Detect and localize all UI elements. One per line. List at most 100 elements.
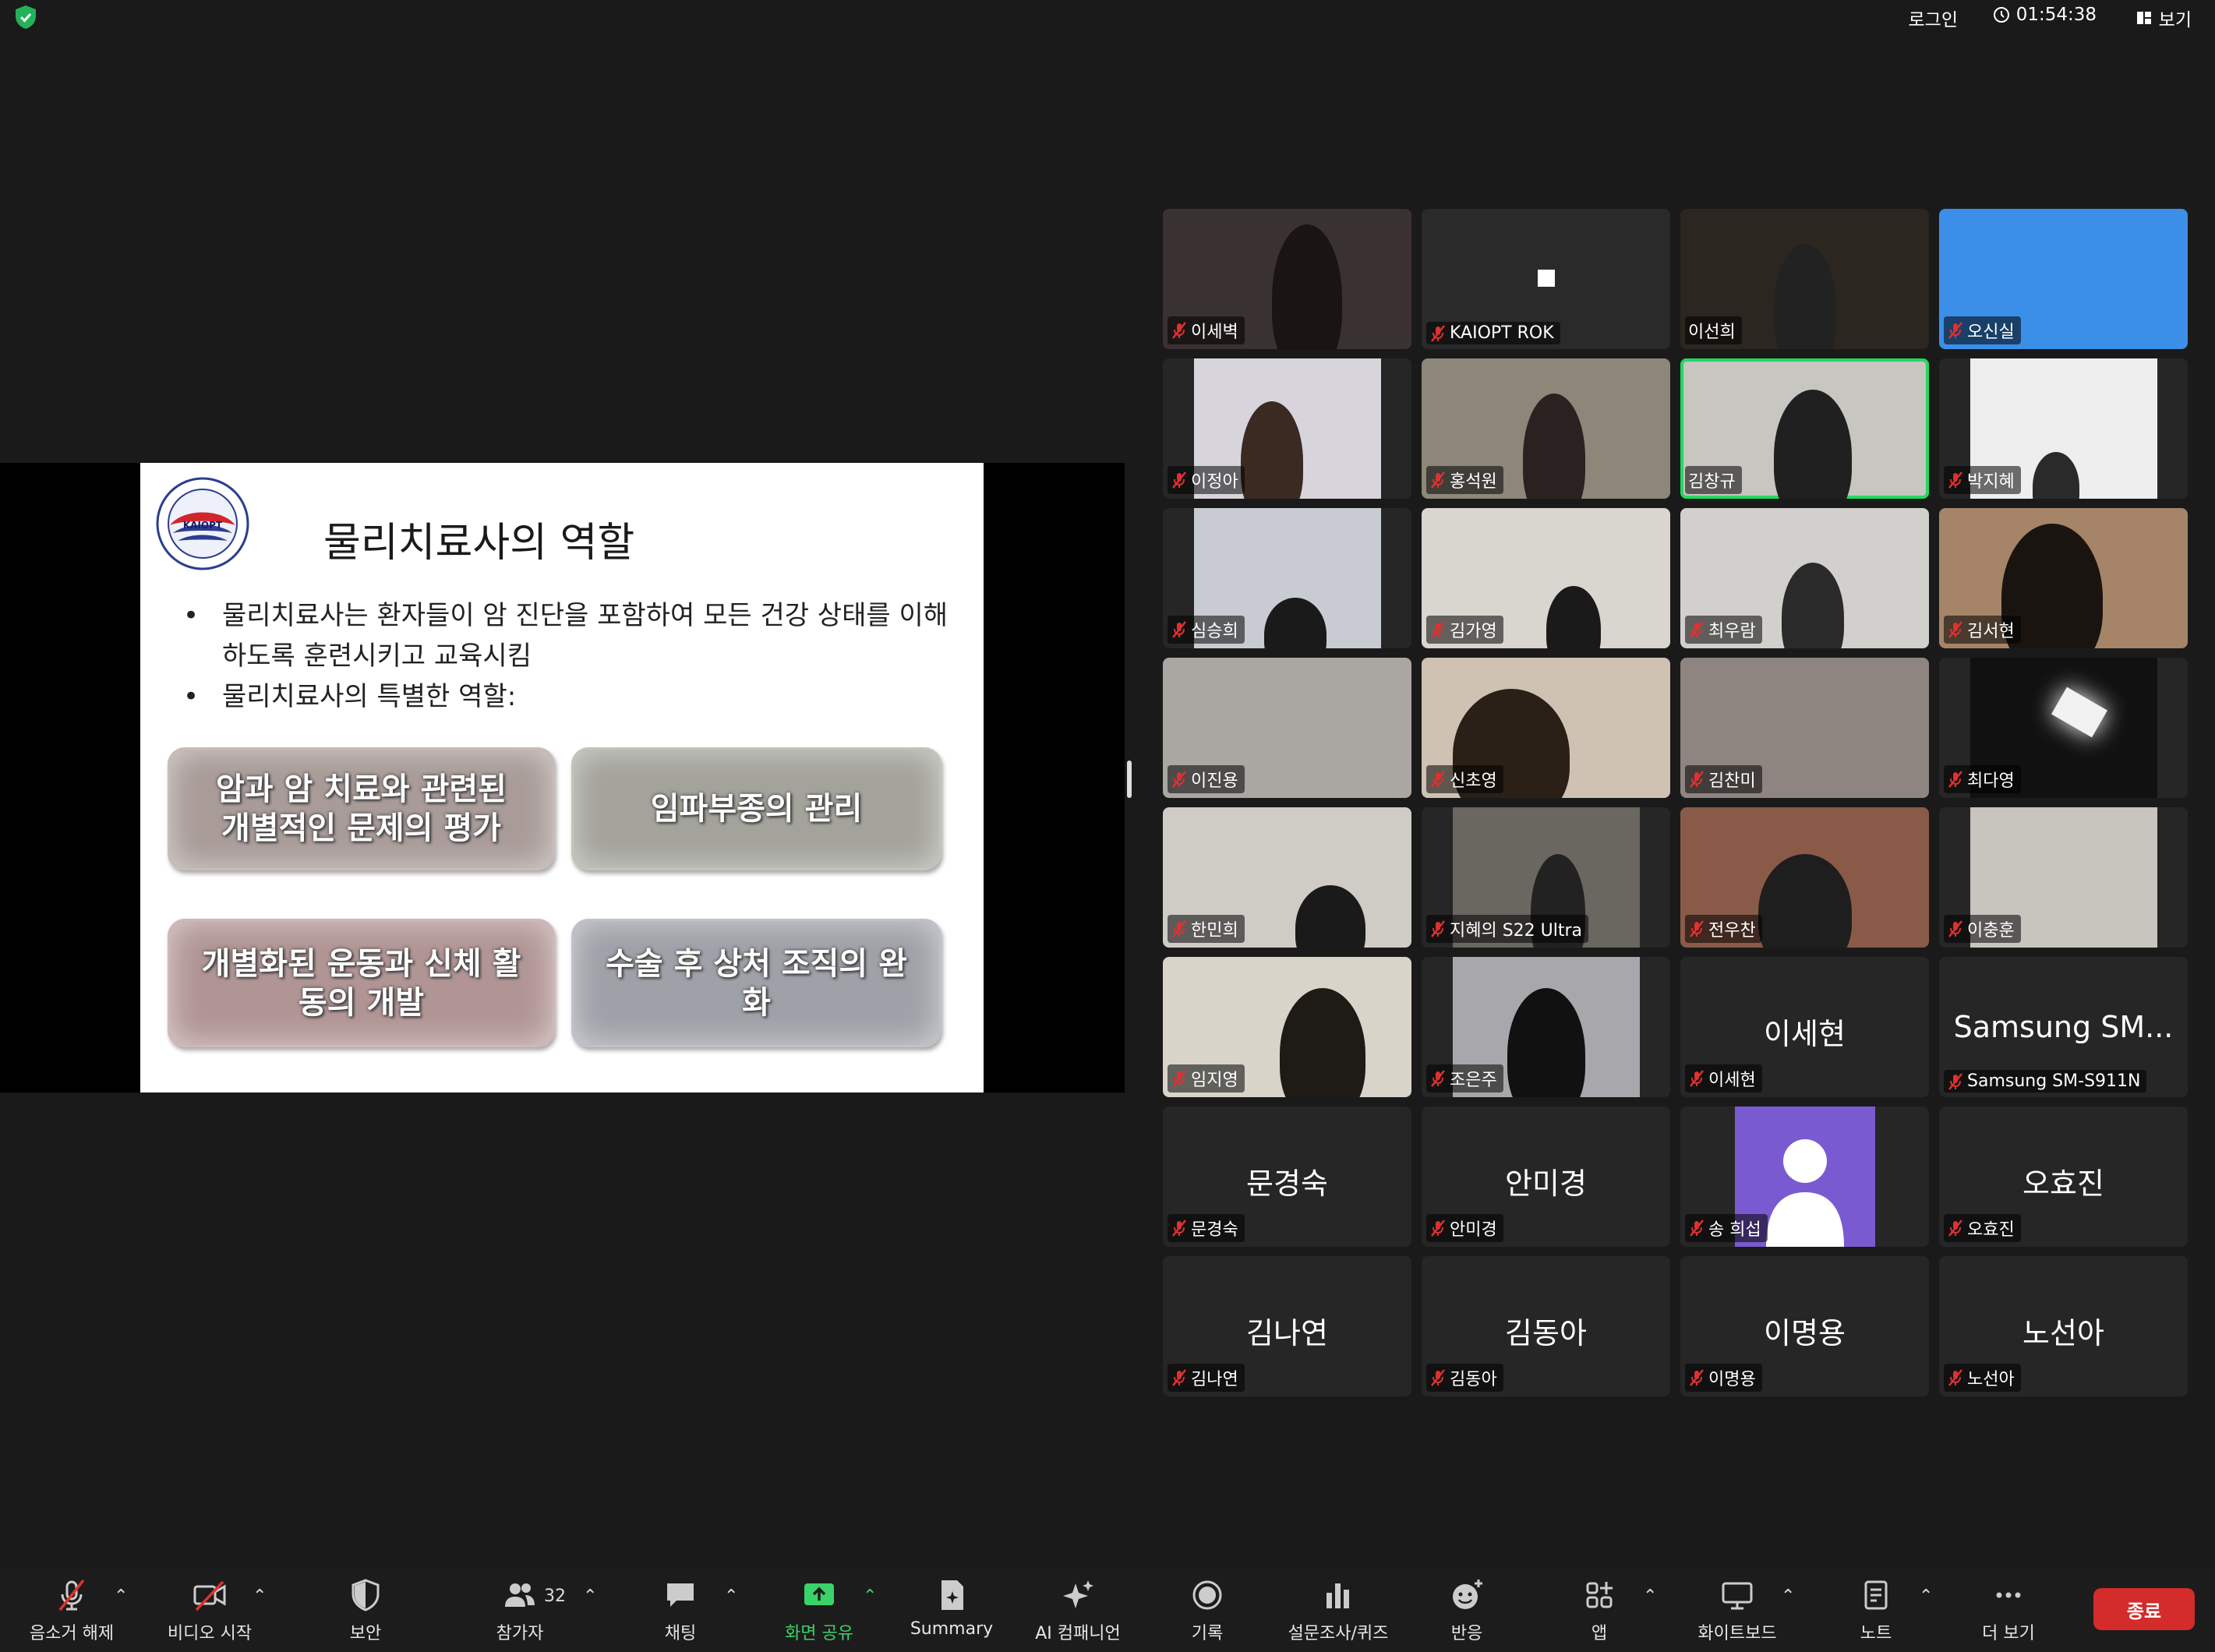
participant-tile[interactable]: 김가영 [1422, 508, 1670, 648]
shared-screen[interactable]: KAIOPT 물리치료사의 역할 • 물리치료사는 환자들이 암 진단을 포함하여… [0, 463, 1125, 1093]
login-link[interactable]: 로그인 [1909, 5, 1958, 31]
participant-name-label: 조은주 [1426, 1064, 1503, 1093]
chat-bubble-icon [667, 1583, 694, 1607]
participant-name-label: 김나연 [1168, 1364, 1245, 1392]
share-options-chevron-icon[interactable]: ⌃ [863, 1587, 877, 1606]
participant-tile[interactable]: 이세현 이세현 [1680, 957, 1929, 1097]
polls-quizzes-button[interactable]: 설문조사/퀴즈 [1272, 1577, 1404, 1644]
participant-display-name: 오효진 [2022, 1167, 2104, 1201]
participant-tile[interactable]: 심승희 [1163, 508, 1411, 648]
participant-tile[interactable]: 이진용 [1163, 658, 1411, 798]
participant-tile[interactable]: 송 희섭 [1680, 1107, 1929, 1247]
participant-name-label: 최다영 [1944, 765, 2021, 793]
role-box: 개별화된 운동과 신체 활동의 개발 [168, 919, 555, 1047]
participant-name: 한민희 [1191, 921, 1238, 941]
participant-name-label: 박지혜 [1944, 466, 2021, 494]
participant-name-label: 임지영 [1168, 1064, 1245, 1093]
meeting-toolbar: 음소거 해제 ⌃ 비디오 시작 ⌃ 보안 참가자 32 ⌃ 채팅 ⌃ 화면 공유… [0, 1569, 2215, 1652]
participant-tile[interactable]: 이명용 이명용 [1680, 1256, 1929, 1396]
slide-title: 물리치료사의 역할 [323, 520, 635, 567]
summary-button[interactable]: Summary [885, 1577, 1018, 1639]
participant-tile[interactable]: 조은주 [1422, 957, 1670, 1097]
audio-options-chevron-icon[interactable]: ⌃ [114, 1587, 128, 1606]
participant-tile[interactable]: 지혜의 S22 Ultra [1422, 807, 1670, 948]
role-box: 수술 후 상처 조직의 완화 [571, 919, 941, 1047]
apps-icon [1586, 1582, 1613, 1608]
chat-options-chevron-icon[interactable]: ⌃ [724, 1587, 738, 1606]
participant-name: 박지혜 [1967, 472, 2015, 492]
participant-tile[interactable]: 김동아 김동아 [1422, 1256, 1670, 1396]
muted-mic-icon [1172, 471, 1186, 489]
video-options-chevron-icon[interactable]: ⌃ [253, 1587, 267, 1606]
participant-name-label: 오신실 [1944, 316, 2021, 344]
participant-tile[interactable]: 김창규 [1680, 358, 1929, 499]
participant-name: 지혜의 S22 Ultra [1450, 921, 1583, 941]
participant-name: 전우찬 [1708, 921, 1756, 941]
participant-name: 김서현 [1967, 622, 2015, 641]
participant-tile[interactable]: 최우람 [1680, 508, 1929, 648]
muted-mic-icon [1431, 920, 1445, 937]
participant-name-label: 김찬미 [1685, 765, 1762, 793]
participant-tile[interactable]: 문경숙 문경숙 [1163, 1107, 1411, 1247]
participant-tile[interactable]: 신초영 [1422, 658, 1670, 798]
reactions-button[interactable]: 반응 [1401, 1577, 1533, 1644]
participant-tile[interactable]: 김나연 김나연 [1163, 1256, 1411, 1396]
bar-chart-icon [1327, 1583, 1349, 1608]
participant-tile[interactable]: 이충훈 [1939, 807, 2188, 948]
participant-name: 김가영 [1450, 622, 1497, 641]
muted-mic-icon [1172, 1369, 1186, 1386]
participant-name: 이명용 [1708, 1370, 1756, 1389]
participant-tile[interactable]: 한민희 [1163, 807, 1411, 948]
participants-options-chevron-icon[interactable]: ⌃ [583, 1587, 597, 1606]
role-box: 암과 암 치료와 관련된 개별적인 문제의 평가 [168, 747, 555, 870]
apps-options-chevron-icon[interactable]: ⌃ [1643, 1587, 1657, 1606]
participant-name-label: 김동아 [1426, 1364, 1503, 1392]
ai-companion-button[interactable]: AI 컴패니언 [1012, 1577, 1144, 1644]
muted-mic-icon [1431, 471, 1445, 489]
more-button[interactable]: 더 보기 [1942, 1577, 2075, 1644]
participant-tile[interactable]: 최다영 [1939, 658, 2188, 798]
participant-tile[interactable]: 김서현 [1939, 508, 2188, 648]
participant-name-label: 이세벽 [1168, 316, 1245, 344]
participants-icon [505, 1583, 535, 1607]
participant-name: 문경숙 [1191, 1220, 1238, 1240]
participant-name: 김창규 [1688, 472, 1736, 492]
participant-name-label: 최우람 [1685, 616, 1762, 644]
participant-tile[interactable]: Samsung SM... Samsung SM-S911N [1939, 957, 2188, 1097]
participant-tile[interactable]: 이세벽 [1163, 209, 1411, 349]
participant-tile[interactable]: 홍석원 [1422, 358, 1670, 499]
whiteboard-options-chevron-icon[interactable]: ⌃ [1781, 1587, 1795, 1606]
participant-tile[interactable]: 노선아 노선아 [1939, 1256, 2188, 1396]
participant-tile[interactable]: 안미경 안미경 [1422, 1107, 1670, 1247]
participant-name-label: KAIOPT ROK [1426, 322, 1560, 344]
participant-silhouette [1295, 885, 1365, 948]
participants-button[interactable]: 참가자 [454, 1577, 586, 1644]
top-bar: 로그인 01:54:38 보기 [0, 0, 2215, 34]
muted-mic-icon [1948, 322, 1962, 339]
participant-name: KAIOPT ROK [1450, 323, 1554, 343]
participant-tile[interactable]: 이정아 [1163, 358, 1411, 499]
participant-tile[interactable]: 전우찬 [1680, 807, 1929, 948]
notes-options-chevron-icon[interactable]: ⌃ [1919, 1587, 1933, 1606]
presentation-slide: KAIOPT 물리치료사의 역할 • 물리치료사는 환자들이 암 진단을 포함하여… [140, 463, 984, 1093]
end-meeting-button[interactable]: 종료 [2093, 1588, 2195, 1630]
resize-handle[interactable] [1127, 761, 1132, 798]
participant-count: 32 [544, 1587, 566, 1606]
muted-mic-icon [1948, 771, 1962, 788]
view-button[interactable]: 보기 [2136, 5, 2192, 31]
participant-name: 김나연 [1191, 1370, 1238, 1389]
encryption-shield-icon[interactable] [14, 5, 37, 30]
participant-tile[interactable]: 임지영 [1163, 957, 1411, 1097]
participant-tile[interactable]: KAIOPT ROK [1422, 209, 1670, 349]
participant-tile[interactable]: 오효진 오효진 [1939, 1107, 2188, 1247]
participant-tile[interactable]: 박지혜 [1939, 358, 2188, 499]
record-button[interactable]: 기록 [1141, 1577, 1274, 1644]
participant-name: 안미경 [1450, 1220, 1497, 1240]
participant-name: 이충훈 [1967, 921, 2015, 941]
participant-name-label: 전우찬 [1685, 915, 1762, 943]
participant-tile[interactable]: 김찬미 [1680, 658, 1929, 798]
participant-tile[interactable]: 이선희 [1680, 209, 1929, 349]
participant-tile[interactable]: 오신실 [1939, 209, 2188, 349]
security-button[interactable]: 보안 [299, 1577, 432, 1644]
participant-name-label: 한민희 [1168, 915, 1245, 943]
